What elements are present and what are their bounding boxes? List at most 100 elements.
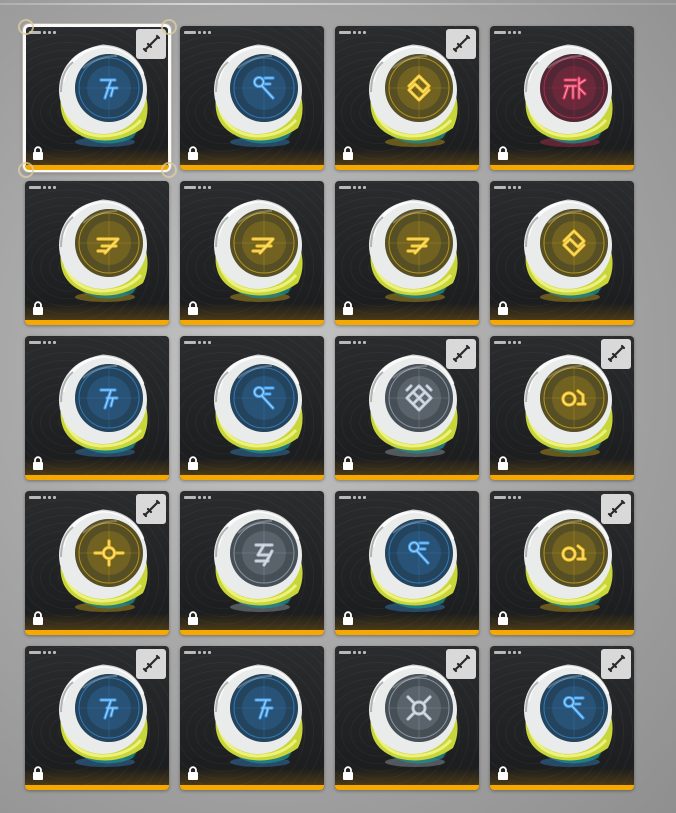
item-card[interactable]	[490, 646, 634, 790]
lock-icon	[32, 146, 44, 160]
rarity-bar	[335, 630, 479, 635]
helmet-rune-bolt-icon	[357, 193, 467, 305]
rarity-bar	[180, 320, 324, 325]
helmet-rune-a-icon	[202, 658, 312, 770]
sword-icon	[446, 649, 476, 679]
rarity-bar	[490, 165, 634, 170]
sword-icon	[136, 649, 166, 679]
item-card[interactable]	[490, 491, 634, 635]
card-indicator	[29, 340, 59, 345]
rarity-bar	[25, 165, 169, 170]
card-indicator	[184, 650, 214, 655]
top-divider	[0, 3, 676, 5]
item-card[interactable]	[490, 181, 634, 325]
item-card[interactable]	[335, 181, 479, 325]
item-card[interactable]	[335, 336, 479, 480]
card-indicator	[184, 30, 214, 35]
helmet-rune-key-icon	[202, 38, 312, 150]
item-card[interactable]	[335, 26, 479, 170]
lock-icon	[497, 766, 509, 780]
card-indicator	[339, 30, 369, 35]
rarity-bar	[490, 785, 634, 790]
rarity-bar	[490, 475, 634, 480]
lock-icon	[32, 766, 44, 780]
helmet-rune-bolt-icon	[47, 193, 157, 305]
sword-icon	[446, 339, 476, 369]
lock-icon	[187, 301, 199, 315]
item-card[interactable]	[23, 24, 171, 172]
helmet-rune-gate-icon	[512, 38, 622, 150]
rarity-bar	[180, 630, 324, 635]
lock-icon	[342, 611, 354, 625]
card-indicator	[339, 650, 369, 655]
rarity-bar	[335, 475, 479, 480]
sword-icon	[601, 339, 631, 369]
selection-corner	[161, 19, 177, 35]
card-indicator	[494, 30, 524, 35]
lock-icon	[32, 611, 44, 625]
rarity-bar	[335, 785, 479, 790]
sword-icon	[136, 494, 166, 524]
rarity-bar	[180, 785, 324, 790]
card-indicator	[29, 185, 59, 190]
item-card[interactable]	[25, 181, 169, 325]
card-indicator	[184, 340, 214, 345]
rarity-bar	[180, 165, 324, 170]
item-card[interactable]	[180, 26, 324, 170]
lock-icon	[342, 301, 354, 315]
selection-corner	[18, 19, 34, 35]
lock-icon	[187, 146, 199, 160]
item-card[interactable]	[25, 491, 169, 635]
item-card[interactable]	[180, 181, 324, 325]
sword-icon	[601, 494, 631, 524]
lock-icon	[342, 146, 354, 160]
rarity-bar	[25, 630, 169, 635]
rarity-bar	[180, 475, 324, 480]
rarity-bar	[490, 630, 634, 635]
lock-icon	[497, 146, 509, 160]
card-indicator	[494, 340, 524, 345]
card-indicator	[184, 495, 214, 500]
item-card[interactable]	[180, 491, 324, 635]
helmet-rune-bolt-icon	[202, 193, 312, 305]
item-card[interactable]	[25, 336, 169, 480]
sword-icon	[136, 29, 166, 59]
item-card[interactable]	[335, 491, 479, 635]
lock-icon	[497, 301, 509, 315]
item-card[interactable]	[180, 646, 324, 790]
item-card[interactable]	[25, 646, 169, 790]
selection-corner	[18, 162, 34, 178]
item-card[interactable]	[180, 336, 324, 480]
helmet-rune-key-icon	[357, 503, 467, 615]
lock-icon	[342, 766, 354, 780]
item-card[interactable]	[490, 26, 634, 170]
helmet-rune-split-icon	[202, 503, 312, 615]
selection-corner	[161, 162, 177, 178]
card-indicator	[184, 185, 214, 190]
lock-icon	[187, 611, 199, 625]
helmet-rune-key-icon	[202, 348, 312, 460]
helmet-rune-knot-icon	[512, 193, 622, 305]
rarity-bar	[25, 785, 169, 790]
lock-icon	[497, 456, 509, 470]
card-indicator	[339, 185, 369, 190]
card-indicator	[29, 650, 59, 655]
lock-icon	[342, 456, 354, 470]
card-indicator	[494, 495, 524, 500]
rarity-bar	[25, 475, 169, 480]
rarity-bar	[335, 320, 479, 325]
card-indicator	[494, 650, 524, 655]
card-indicator	[339, 495, 369, 500]
card-indicator	[29, 30, 59, 35]
item-card[interactable]	[490, 336, 634, 480]
lock-icon	[32, 456, 44, 470]
lock-icon	[187, 456, 199, 470]
rarity-bar	[490, 320, 634, 325]
item-card[interactable]	[335, 646, 479, 790]
sword-icon	[601, 649, 631, 679]
lock-icon	[32, 301, 44, 315]
sword-icon	[446, 29, 476, 59]
helmet-rune-a-icon	[47, 348, 157, 460]
card-indicator	[494, 185, 524, 190]
item-grid	[23, 24, 634, 790]
